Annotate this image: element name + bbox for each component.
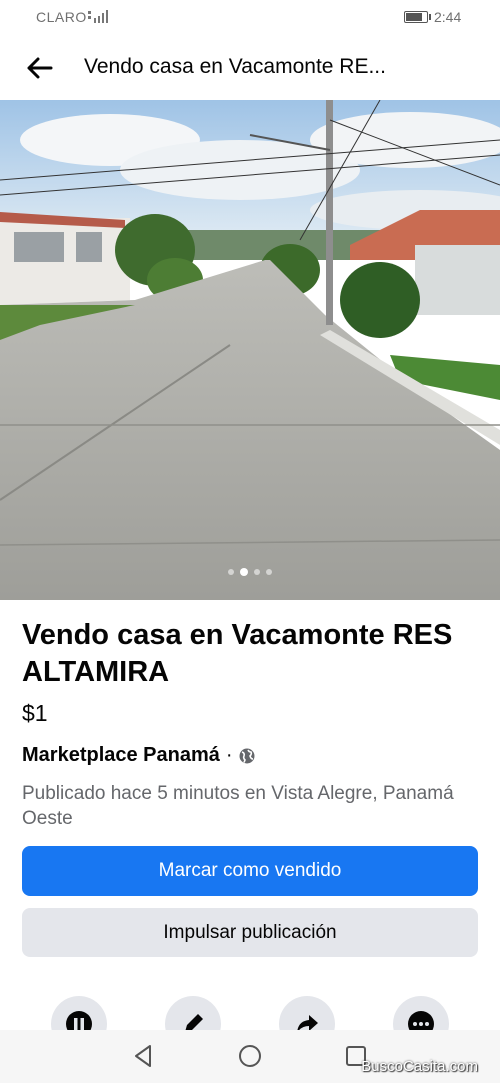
pagination-dot <box>240 568 248 576</box>
system-nav-bar: BuscoCasita.com <box>0 1030 500 1083</box>
header-title: Vendo casa en Vacamonte RE... <box>84 55 386 78</box>
boost-listing-button[interactable]: Impulsar publicación <box>22 908 478 957</box>
pause-button[interactable] <box>51 996 107 1030</box>
pagination-dot <box>228 569 234 575</box>
share-button[interactable] <box>279 996 335 1030</box>
edit-icon <box>185 1014 203 1030</box>
separator-dot: · <box>225 744 233 766</box>
more-button[interactable] <box>393 996 449 1030</box>
clock: 2:44 <box>434 9 462 25</box>
triangle-back-icon <box>135 1045 151 1067</box>
edit-button[interactable] <box>165 996 221 1030</box>
nav-back-button[interactable] <box>130 1043 156 1069</box>
circle-home-icon <box>239 1045 261 1067</box>
listing-title: Vendo casa en Vacamonte RES ALTAMIRA <box>22 619 453 688</box>
pause-icon <box>66 1011 92 1030</box>
battery-icon <box>404 11 431 23</box>
mark-sold-button[interactable]: Marcar como vendido <box>22 846 478 896</box>
seller-name: Marketplace Panamá <box>22 744 220 766</box>
app-header: Vendo casa en Vacamonte RE... <box>0 34 500 100</box>
status-bar: CLARO 2:44 <box>0 0 500 34</box>
more-icon <box>408 1011 434 1030</box>
pagination-dot <box>254 569 260 575</box>
signal-icon <box>88 10 108 23</box>
share-icon <box>297 1015 318 1030</box>
globe-icon <box>239 748 255 763</box>
arrow-left-icon <box>27 57 53 79</box>
nav-home-button[interactable] <box>237 1043 263 1069</box>
pagination-dot <box>266 569 272 575</box>
carrier-name: CLARO <box>36 9 87 25</box>
photo-pagination <box>0 568 500 576</box>
listing-price: $1 <box>22 700 48 726</box>
posted-info: Publicado hace 5 minutos en Vista Alegre… <box>22 783 454 829</box>
street-photo-image <box>0 100 500 600</box>
seller-row[interactable]: Marketplace Panamá · <box>22 744 255 767</box>
action-row <box>0 996 500 1030</box>
listing-photo[interactable] <box>0 100 500 600</box>
watermark: BuscoCasita.com <box>361 1058 478 1075</box>
back-button[interactable] <box>22 50 58 86</box>
